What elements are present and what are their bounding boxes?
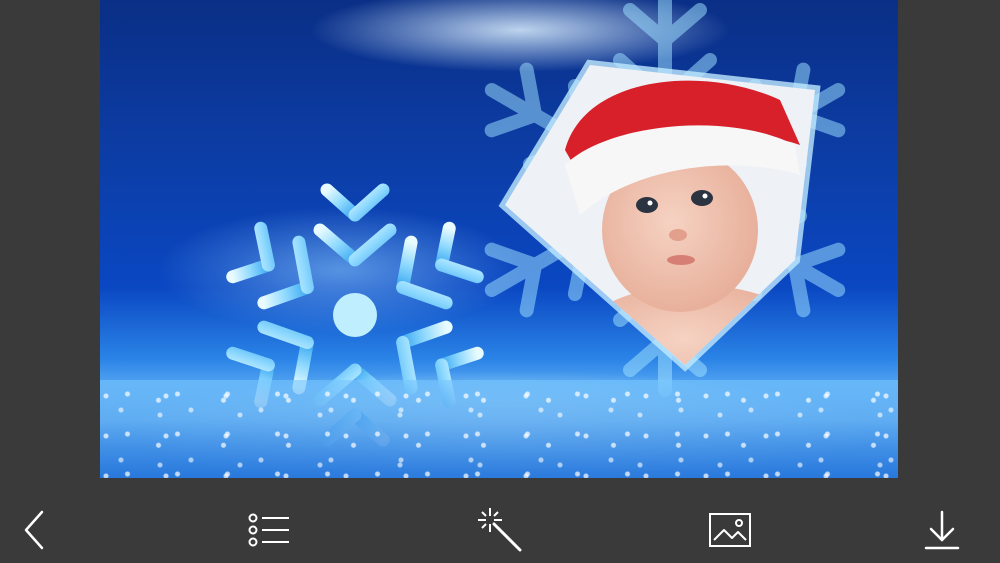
magic-wand-icon [478, 508, 522, 552]
back-button[interactable] [8, 504, 60, 556]
bottom-toolbar [0, 496, 1000, 563]
back-chevron-icon [24, 510, 44, 550]
image-icon [709, 513, 751, 547]
user-photo-frame[interactable]: SANTA [495, 55, 825, 375]
frame-preview-canvas[interactable]: SANTA [100, 0, 898, 478]
gallery-button[interactable] [704, 504, 756, 556]
download-button[interactable] [916, 504, 968, 556]
photo-frame-editor: SANTA [0, 0, 1000, 563]
frames-list-button[interactable] [242, 504, 294, 556]
effects-button[interactable] [474, 504, 526, 556]
snow-ground [100, 380, 898, 478]
download-icon [924, 510, 960, 550]
list-icon [248, 513, 289, 547]
